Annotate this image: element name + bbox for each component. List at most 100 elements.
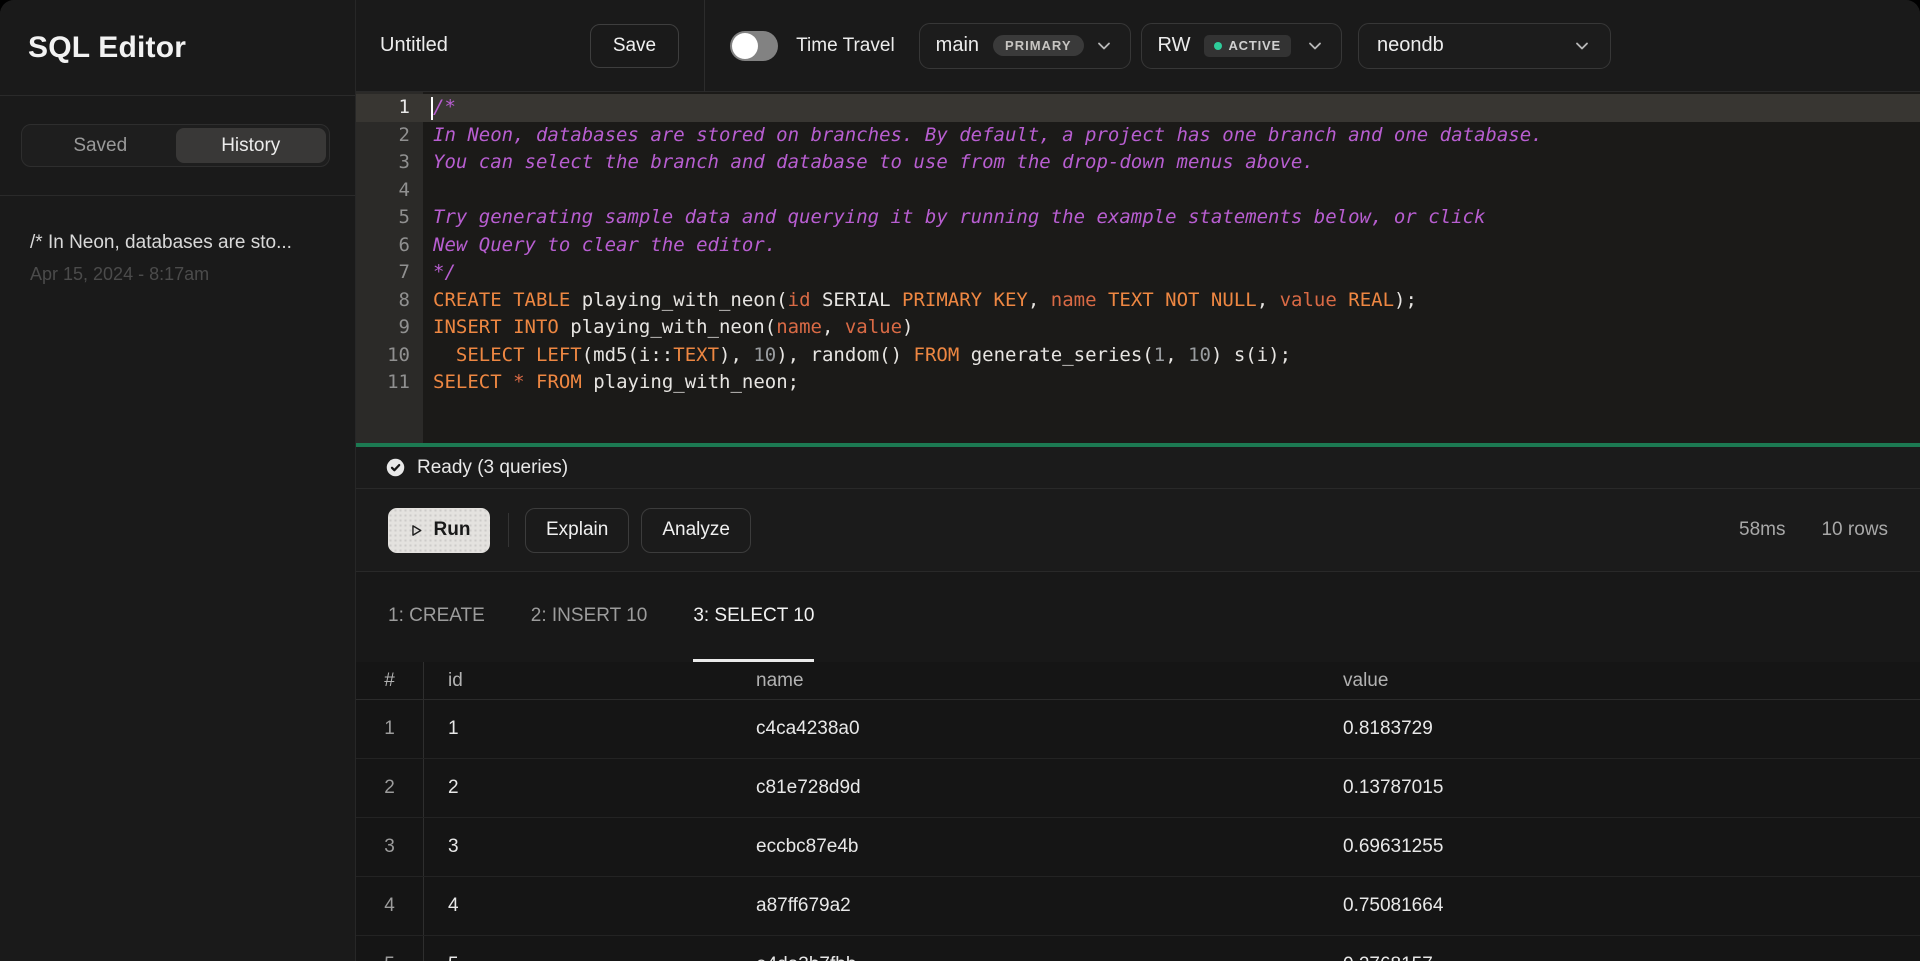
compute-active-badge: ACTIVE: [1204, 35, 1290, 57]
code-token: Try generating sample data and querying …: [433, 206, 1485, 228]
code-token: [433, 344, 456, 366]
table-header-row: # id name value: [356, 662, 1920, 700]
table-cell: 0.13787015: [1319, 759, 1920, 817]
code-token: id: [788, 289, 811, 311]
table-cell: 0.75081664: [1319, 877, 1920, 935]
row-index-cell: 2: [356, 759, 424, 817]
tab-result-1-create[interactable]: 1: CREATE: [388, 572, 485, 662]
code-token: playing_with_neon(: [570, 289, 787, 311]
code-line-content: You can select the branch and database t…: [423, 149, 1314, 177]
compute-name: RW: [1158, 34, 1191, 57]
code-token: */: [433, 261, 456, 283]
code-token: TEXT: [673, 344, 719, 366]
code-token: SELECT: [433, 371, 502, 393]
code-token: ), random(): [776, 344, 913, 366]
code-line[interactable]: 10 SELECT LEFT(md5(i::TEXT), 10), random…: [356, 342, 1920, 370]
table-cell: 0.8183729: [1319, 700, 1920, 758]
database-name: neondb: [1377, 34, 1444, 57]
code-line[interactable]: 9INSERT INTO playing_with_neon(name, val…: [356, 314, 1920, 342]
explain-button[interactable]: Explain: [525, 508, 629, 553]
code-token: INSERT INTO: [433, 316, 559, 338]
code-lines: 1/*2In Neon, databases are stored on bra…: [356, 92, 1920, 397]
table-cell: 1: [424, 700, 732, 758]
database-dropdown[interactable]: neondb: [1358, 23, 1611, 69]
branch-name: main: [936, 34, 979, 57]
time-travel-toggle[interactable]: [730, 31, 778, 61]
table-row: 33eccbc87e4b0.69631255: [356, 818, 1920, 877]
analyze-button[interactable]: Analyze: [641, 508, 751, 553]
time-travel-label: Time Travel: [796, 35, 895, 57]
topbar: Untitled Save Time Travel main PRIMARY R…: [356, 0, 1920, 92]
code-token: ),: [719, 344, 753, 366]
code-token: ) s(i);: [1211, 344, 1291, 366]
compute-dropdown[interactable]: RW ACTIVE: [1141, 23, 1342, 69]
code-line-content: Try generating sample data and querying …: [423, 204, 1485, 232]
code-token: 10: [753, 344, 776, 366]
code-token: name: [776, 316, 822, 338]
table-cell: 2: [424, 759, 732, 817]
result-row-count: 10 rows: [1821, 519, 1888, 541]
save-button[interactable]: Save: [590, 24, 679, 68]
code-line[interactable]: 2In Neon, databases are stored on branch…: [356, 122, 1920, 150]
code-line[interactable]: 7 */: [356, 259, 1920, 287]
results-table: # id name value 11c4ca4238a00.818372922c…: [356, 662, 1920, 961]
code-line[interactable]: 4: [356, 177, 1920, 205]
code-token: PRIMARY KEY: [902, 289, 1028, 311]
history-list-item[interactable]: /* In Neon, databases are sto... Apr 15,…: [30, 232, 325, 285]
code-token: ,: [822, 316, 845, 338]
table-cell: 3: [424, 818, 732, 876]
code-token: ): [902, 316, 913, 338]
code-line[interactable]: 1/*: [356, 94, 1920, 122]
code-token: REAL: [1348, 289, 1394, 311]
code-token: FROM: [536, 371, 582, 393]
column-header-value: value: [1319, 662, 1920, 699]
topbar-divider: [704, 0, 705, 92]
code-line[interactable]: 3You can select the branch and database …: [356, 149, 1920, 177]
code-token: value: [1280, 289, 1337, 311]
table-row: 11c4ca4238a00.8183729: [356, 700, 1920, 759]
saved-history-segmented-control: Saved History: [21, 124, 330, 167]
line-number: 7: [356, 259, 423, 287]
sidebar: SQL Editor Saved History /* In Neon, dat…: [0, 0, 356, 961]
sidebar-tabs-section: Saved History: [0, 96, 355, 196]
line-number: 10: [356, 342, 423, 370]
table-row: 22c81e728d9d0.13787015: [356, 759, 1920, 818]
chevron-down-icon: [1094, 36, 1114, 56]
chevron-down-icon: [1572, 36, 1592, 56]
code-token: ,: [1165, 344, 1188, 366]
tab-history[interactable]: History: [176, 128, 327, 163]
run-button[interactable]: Run: [388, 508, 490, 553]
sql-editor-window: SQL Editor Saved History /* In Neon, dat…: [0, 0, 1920, 961]
history-item-title: /* In Neon, databases are sto...: [30, 232, 325, 254]
table-cell: c81e728d9d: [732, 759, 1319, 817]
toggle-knob: [732, 33, 758, 59]
table-cell: e4da3b7fbb: [732, 936, 1319, 961]
line-number: 5: [356, 204, 423, 232]
code-line[interactable]: 6New Query to clear the editor.: [356, 232, 1920, 260]
code-line[interactable]: 5 Try generating sample data and querying…: [356, 204, 1920, 232]
code-line-content: /*: [423, 94, 456, 122]
code-token: ,: [1028, 289, 1051, 311]
code-line[interactable]: 8CREATE TABLE playing_with_neon(id SERIA…: [356, 287, 1920, 315]
code-token: ,: [1257, 289, 1280, 311]
code-token: (md5(i::: [582, 344, 674, 366]
code-editor[interactable]: 1/*2In Neon, databases are stored on bra…: [356, 92, 1920, 443]
tab-result-3-select[interactable]: 3: SELECT 10: [693, 572, 814, 662]
code-token: FROM: [914, 344, 960, 366]
code-token: TEXT NOT NULL: [1108, 289, 1257, 311]
branch-dropdown[interactable]: main PRIMARY: [919, 23, 1131, 69]
status-row: Ready (3 queries): [356, 447, 1920, 489]
code-line-content: */: [423, 259, 456, 287]
compute-active-label: ACTIVE: [1228, 38, 1280, 53]
code-line[interactable]: 11SELECT * FROM playing_with_neon;: [356, 369, 1920, 397]
line-number: 8: [356, 287, 423, 315]
code-token: In Neon, databases are stored on branche…: [433, 124, 1543, 146]
actions-row: Run Explain Analyze 58ms 10 rows: [356, 489, 1920, 572]
run-button-label: Run: [434, 519, 471, 541]
tab-saved[interactable]: Saved: [25, 128, 176, 163]
history-item-date: Apr 15, 2024 - 8:17am: [30, 264, 325, 285]
code-line-content: SELECT LEFT(md5(i::TEXT), 10), random() …: [423, 342, 1291, 370]
check-circle-icon: [385, 457, 406, 478]
tab-result-2-insert[interactable]: 2: INSERT 10: [531, 572, 648, 662]
code-line-content: INSERT INTO playing_with_neon(name, valu…: [423, 314, 914, 342]
